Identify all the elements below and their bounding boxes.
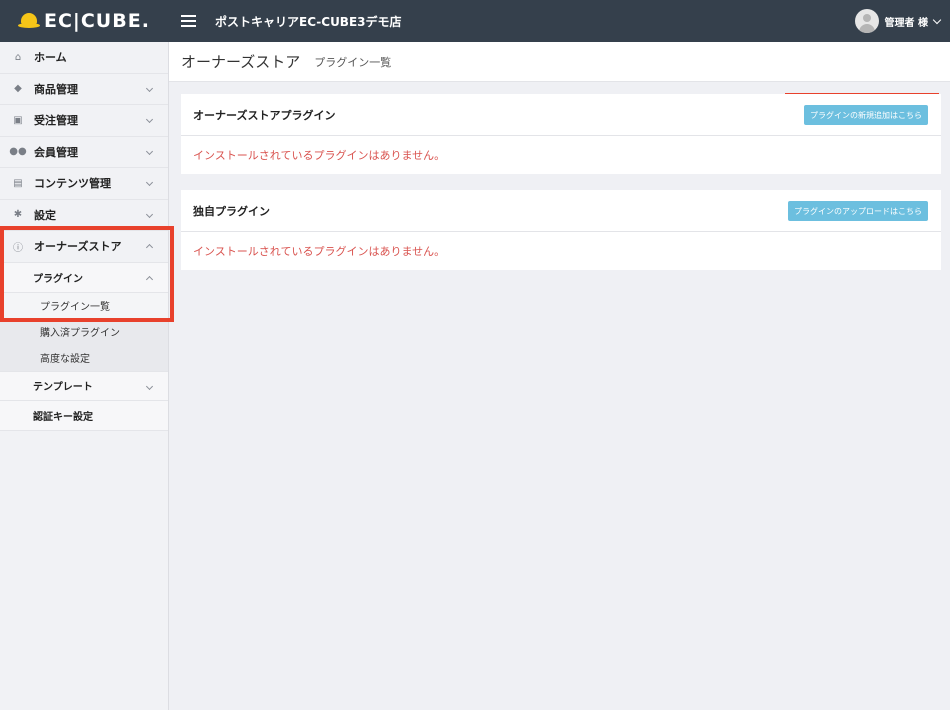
logo[interactable]: EC|CUBE. [0,0,169,42]
add-plugin-button[interactable]: プラグインの新規追加はこちら [804,105,928,125]
sidebar-item-label: 設定 [34,208,56,222]
sidebar-item-label: プラグイン一覧 [40,302,110,313]
home-icon: ⌂ [14,51,22,63]
card-message: インストールされているプラグインはありません。 [193,245,446,258]
top-header: EC|CUBE. ポストキャリアEC-CUBE3デモ店 管理者 様 [0,0,950,42]
hamburger-menu-icon[interactable] [181,0,201,42]
sidebar-item-label: 高度な設定 [40,354,90,365]
sidebar-item-label: 認証キー設定 [33,411,93,423]
sidebar-item-products[interactable]: ◆ 商品管理 [0,74,168,105]
file-icon: ▤ [13,177,23,189]
chevron-down-icon [145,210,154,218]
tag-icon: ◆ [14,83,22,95]
original-plugin-card: 独自プラグイン プラグインのアップロードはこちら インストールされているプラグイ… [181,190,941,270]
sidebar-item-label: 受注管理 [34,114,78,128]
chevron-down-icon [145,382,154,390]
sidebar-item-label: ホーム [34,51,67,65]
sidebar-item-home[interactable]: ⌂ ホーム [0,42,168,74]
chevron-down-icon [145,84,154,92]
card-header: オーナーズストアプラグイン プラグインの新規追加はこちら [181,94,941,136]
sidebar-item-orders[interactable]: ▣ 受注管理 [0,105,168,137]
cart-icon: ▣ [13,114,23,126]
chevron-up-icon [145,243,154,252]
sidebar-item-label: 購入済プラグイン [40,328,120,339]
card-header: 独自プラグイン プラグインのアップロードはこちら [181,190,941,232]
sidebar-item-plugin[interactable]: プラグイン [0,262,168,293]
sidebar-item-settings[interactable]: ✱ 設定 [0,200,168,231]
sidebar-item-template[interactable]: テンプレート [0,370,168,401]
shop-name[interactable]: ポストキャリアEC-CUBE3デモ店 [215,13,402,30]
hat-logo-icon [18,13,40,29]
page-subtitle: プラグイン一覧 [314,55,392,69]
gear-icon: ✱ [13,209,23,221]
users-icon: ●● [9,146,27,158]
chevron-down-icon [145,115,154,124]
sidebar-item-owners-store[interactable]: ⓘ オーナーズストア [0,231,168,263]
owners-store-plugin-card: オーナーズストアプラグイン プラグインの新規追加はこちら インストールされている… [181,94,941,174]
logo-text: EC|CUBE. [44,10,150,32]
avatar-icon [854,9,879,33]
sidebar-item-advanced-settings[interactable]: 高度な設定 [0,344,168,371]
upload-plugin-button[interactable]: プラグインのアップロードはこちら [788,201,928,221]
sidebar-item-auth-key[interactable]: 認証キー設定 [0,400,168,431]
sidebar-item-label: プラグイン [33,273,83,285]
sidebar-item-label: オーナーズストア [34,240,122,254]
sidebar: ⌂ ホーム ◆ 商品管理 ▣ 受注管理 ●● 会員管理 ▤ コンテンツ管理 ✱ … [0,42,169,710]
chevron-up-icon [145,275,154,283]
info-icon: ⓘ [13,242,23,254]
sidebar-item-label: 会員管理 [34,145,78,159]
card-title: 独自プラグイン [193,204,270,218]
user-name: 管理者 様 [884,17,928,29]
chevron-down-icon [932,15,942,24]
sidebar-item-customers[interactable]: ●● 会員管理 [0,137,168,168]
page-header: オーナーズストア プラグイン一覧 [169,42,950,82]
sidebar-item-label: コンテンツ管理 [34,177,111,191]
sidebar-item-contents[interactable]: ▤ コンテンツ管理 [0,168,168,200]
sidebar-item-label: 商品管理 [34,82,78,96]
page-title: オーナーズストア [181,53,301,71]
chevron-down-icon [145,178,154,187]
sidebar-item-label: テンプレート [33,382,93,393]
sidebar-item-plugin-list[interactable]: プラグイン一覧 [0,292,168,319]
sidebar-item-purchased-plugins[interactable]: 購入済プラグイン [0,318,168,345]
card-message: インストールされているプラグインはありません。 [193,149,446,162]
user-menu[interactable]: 管理者 様 [854,0,942,42]
chevron-down-icon [145,147,154,155]
card-title: オーナーズストアプラグイン [193,108,336,122]
